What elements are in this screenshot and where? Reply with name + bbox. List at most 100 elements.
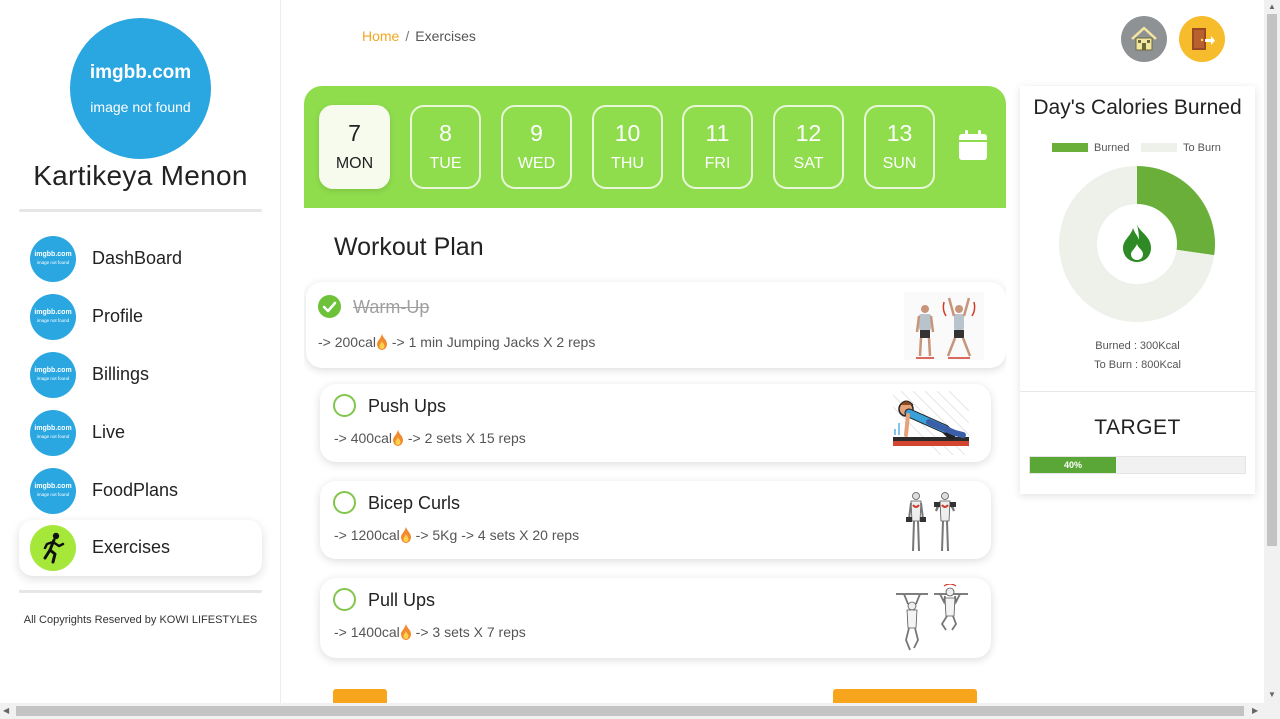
exit-door-icon [1192,28,1215,50]
scroll-right-icon[interactable]: ▶ [1252,706,1258,715]
breadcrumb-separator: / [405,28,410,44]
push-up-illustration [893,391,969,455]
day-name: THU [611,155,644,172]
exercise-name: Warm-Up [353,297,430,317]
jumping-jacks-illustration [904,292,984,360]
day-button-sat[interactable]: 12 SAT [773,105,844,189]
target-title: TARGET [1094,416,1181,439]
broken-image-icon: imgbb.com image not found [30,410,76,456]
sidebar-item-label: DashBoard [92,248,183,268]
exercise-card-warm-up[interactable]: Warm-Up -> 200cal -> 1 min Jumping Jacks… [306,282,1006,368]
day-name: WED [517,155,556,172]
workout-plan-title: Workout Plan [334,233,484,261]
sidebar-divider [19,590,262,593]
exercise-checkbox[interactable] [333,588,356,611]
horizontal-scrollbar-thumb[interactable] [16,706,1244,716]
day-number: 9 [530,120,543,146]
sidebar-item-label: Live [92,422,126,442]
burned-stat: Burned : 300Kcal [1095,340,1180,352]
panel-divider [1020,391,1255,392]
day-number: 12 [795,120,822,146]
exercise-checkbox[interactable] [318,295,341,318]
legend-swatch-burned [1052,143,1088,152]
exercise-name: Bicep Curls [368,493,461,513]
avatar-text-line1: imgbb.com [89,62,192,83]
broken-image-icon: imgbb.com image not found [30,352,76,398]
breadcrumb-current: Exercises [415,28,476,44]
exercise-checkbox[interactable] [333,491,356,514]
sidebar-item-label: Exercises [92,537,171,557]
vertical-scrollbar[interactable]: ▲ ▼ [1264,0,1280,703]
calories-panel: Day's Calories Burned Burned To Burn Bur… [1020,86,1255,494]
calendar-icon[interactable] [959,130,987,160]
flame-icon [400,527,411,543]
exercise-details: -> 1400cal -> 3 sets X 7 reps [334,624,526,640]
target-progress-bar: 40% [1029,456,1246,474]
profile-name: Kartikeya Menon [33,160,248,191]
exercise-card-pull-ups[interactable]: Pull Ups -> 1400cal -> 3 sets X 7 reps [320,578,991,658]
running-person-icon [30,525,76,571]
pull-up-illustration [896,584,968,651]
breadcrumb: Home / Exercises [362,28,476,44]
home-button[interactable] [1121,16,1167,62]
exercise-card-bicep-curls[interactable]: Bicep Curls -> 1200cal -> 5Kg -> 4 sets … [320,481,991,559]
day-name: FRI [704,155,731,172]
day-name: SUN [882,155,917,172]
legend-burned: Burned [1052,142,1129,154]
scroll-down-icon[interactable]: ▼ [1268,690,1276,699]
workout-card: 7 MON 8 TUE 9 WED 10 THU 11 FRI 12 SAT 1… [304,86,1006,706]
day-button-fri[interactable]: 11 FRI [682,105,753,189]
bicep-curl-illustration [906,492,956,552]
broken-image-icon: imgbb.com image not found [30,294,76,340]
day-number: 8 [439,120,452,146]
exercise-details: -> 400cal -> 2 sets X 15 reps [334,430,526,446]
day-number: 11 [705,120,730,146]
sidebar-item-dashboard[interactable]: imgbb.com image not found DashBoard [19,231,262,287]
sidebar-item-exercises[interactable]: Exercises [19,520,262,576]
legend-to-burn: To Burn [1141,142,1221,154]
scroll-up-icon[interactable]: ▲ [1268,2,1276,11]
exercise-card-push-ups[interactable]: Push Ups -> 400cal -> 2 sets X 15 reps [320,384,991,462]
sidebar-item-label: Profile [92,306,144,326]
sidebar-item-label: Billings [92,364,150,384]
copyright-text: All Copyrights Reserved by KOWI LIFESTYL… [23,614,258,626]
sidebar-item-foodplans[interactable]: imgbb.com image not found FoodPlans [19,463,262,519]
logout-button[interactable] [1179,16,1225,62]
sidebar-item-live[interactable]: imgbb.com image not found Live [19,405,262,461]
day-button-thu[interactable]: 10 THU [592,105,663,189]
to-burn-stat: To Burn : 800Kcal [1094,359,1181,371]
checkmark-icon [322,301,337,313]
legend-swatch-to-burn [1141,143,1177,152]
exercise-details: -> 1200cal -> 5Kg -> 4 sets X 20 reps [334,527,580,543]
broken-image-icon: imgbb.com image not found [30,236,76,282]
flame-icon [376,334,387,350]
profile-avatar[interactable]: imgbb.com image not found [70,18,211,159]
scroll-left-icon[interactable]: ◀ [3,706,9,715]
flame-icon [400,624,411,640]
target-progress-fill: 40% [1030,457,1116,473]
day-button-tue[interactable]: 8 TUE [410,105,481,189]
house-icon [1131,26,1157,51]
vertical-scrollbar-thumb[interactable] [1267,14,1277,546]
flame-icon [392,430,403,446]
day-name: TUE [429,155,462,172]
day-button-wed[interactable]: 9 WED [501,105,572,189]
sidebar-item-profile[interactable]: imgbb.com image not found Profile [19,289,262,345]
breadcrumb-home-link[interactable]: Home [362,28,399,44]
exercise-checkbox[interactable] [333,394,356,417]
day-button-mon[interactable]: 7 MON [319,105,390,189]
sidebar-item-label: FoodPlans [92,480,179,500]
exercise-name: Push Ups [368,396,447,416]
exercise-details: -> 200cal -> 1 min Jumping Jacks X 2 rep… [318,334,596,350]
day-name: SAT [793,155,824,172]
week-selector: 7 MON 8 TUE 9 WED 10 THU 11 FRI 12 SAT 1… [304,86,1006,208]
horizontal-scrollbar[interactable]: ◀ ▶ [0,703,1280,719]
calories-donut-chart [1059,166,1215,322]
calories-title: Day's Calories Burned [1033,96,1242,119]
day-number: 13 [886,120,913,146]
day-button-sun[interactable]: 13 SUN [864,105,935,189]
broken-image-icon: imgbb.com image not found [30,468,76,514]
sidebar: imgbb.com image not found Kartikeya Meno… [0,0,281,703]
sidebar-item-billings[interactable]: imgbb.com image not found Billings [19,347,262,403]
exercise-name: Pull Ups [368,590,436,610]
